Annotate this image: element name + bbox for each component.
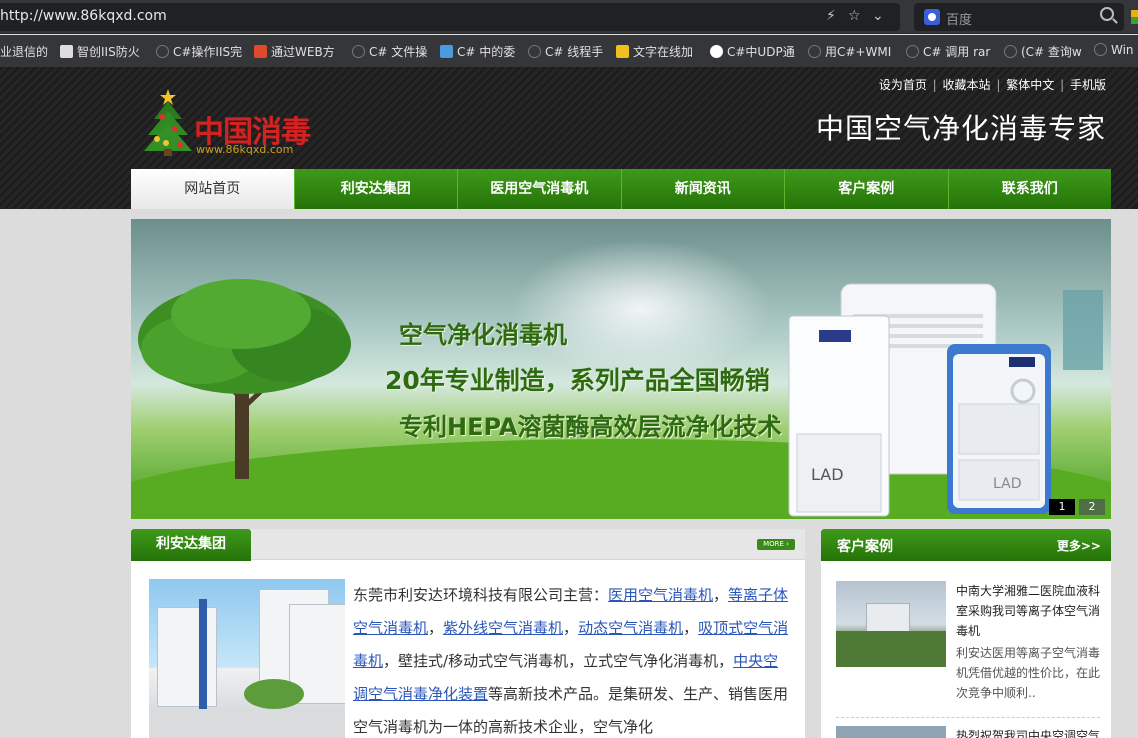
banner-headline: 空气净化消毒机 [399,321,567,349]
lightning-icon[interactable]: ⚡ [826,8,836,24]
shrubbery [244,679,304,709]
about-more-button[interactable]: MORE › [757,539,795,550]
tree-illustration [138,279,351,479]
search-icon[interactable] [1100,7,1114,21]
product-link[interactable]: 医用空气消毒机 [608,586,713,604]
globe-icon [352,45,365,58]
bookmark-item[interactable]: C# 中的委 [440,43,515,60]
banner-tagline: 专利HEPA溶菌酶高效层流净化技术 [399,413,782,441]
nav-item-products[interactable]: 医用空气消毒机 [457,169,621,209]
product-link[interactable]: 紫外线空气消毒机 [443,619,563,637]
mobile-version-link[interactable]: 手机版 [1070,78,1106,92]
nav-item-home[interactable]: 网站首页 [131,169,294,209]
cases-header: 客户案例 更多>> [821,529,1111,561]
case-description: 利安达医用等离子空气消毒机凭借优越的性价比，在此次竞争中顺利.. [956,646,1101,700]
globe-icon [528,45,541,58]
more-button-label: MORE [763,540,784,548]
case-title[interactable]: 热烈祝贺我司中央空调空气 [956,727,1104,738]
bookmark-item[interactable]: C#操作IIS完 [156,43,242,60]
bookmark-item[interactable]: C#中UDP通 [710,43,795,60]
bookmark-site-link[interactable]: 收藏本站 [943,78,991,92]
product-link[interactable]: 动态空气消毒机 [578,619,683,637]
customer-cases-section: 客户案例 更多>> 中南大学湘雅二医院血液科室采购我司等离子体空气消毒机 利安达… [821,529,1111,738]
globe-icon [156,45,169,58]
about-section-title[interactable]: 利安达集团 [131,529,251,561]
banner-glow [511,239,771,379]
nav-item-cases[interactable]: 客户案例 [784,169,948,209]
cnblogs-icon [710,45,723,58]
traditional-chinese-link[interactable]: 繁体中文 [1006,78,1054,92]
nav-item-group[interactable]: 利安达集团 [293,169,457,209]
url-text[interactable]: http://www.86kqxd.com [0,8,167,24]
set-homepage-link[interactable]: 设为首页 [879,78,927,92]
separator: | [996,78,1001,92]
globe-icon [1004,45,1017,58]
banner-pager-1[interactable]: 1 [1049,499,1075,515]
star-icon[interactable]: ☆ [848,8,861,24]
main-nav: 网站首页 利安达集团 医用空气消毒机 新闻资讯 客户案例 联系我们 [131,169,1111,209]
air-purifier-products: LAD LAD [788,283,1103,517]
banner-subline: 20年专业制造，系列产品全国畅销 [385,366,770,395]
bookmark-item[interactable]: 文字在线加 [616,43,693,60]
bookmark-item[interactable]: C# 调用 rar [906,43,990,60]
hero-banner[interactable]: 空气净化消毒机 20年专业制造，系列产品全国畅销 专利HEPA溶菌酶高效层流净化… [131,219,1111,519]
separator: | [1060,78,1065,92]
company-intro: 东莞市利安达环境科技有限公司主营：医用空气消毒机，等离子体空气消毒机，紫外线空气… [353,586,789,736]
extension-icon[interactable] [1131,10,1138,24]
nav-item-news[interactable]: 新闻资讯 [620,169,784,209]
separator: | [932,78,937,92]
nav-item-contact[interactable]: 联系我们 [947,169,1111,209]
case-title[interactable]: 中南大学湘雅二医院血液科室采购我司等离子体空气消毒机 [956,581,1104,641]
about-section: 利安达集团 MORE › 东莞市利安达环境科技有限公司主营：医用空气消毒机，等离… [131,529,805,738]
search-input[interactable]: 百度 [946,9,972,28]
csdn-icon [254,45,267,58]
product-label: LAD [993,476,1021,492]
site-logo[interactable]: 中国消毒 www.86kqxd.com [142,87,342,159]
logo-url: www.86kqxd.com [196,143,294,156]
top-links: 设为首页 | 收藏本站 | 繁体中文 | 手机版 [879,76,1106,93]
divider [836,717,1100,718]
case-photo[interactable] [836,726,946,738]
search-box[interactable]: 百度 [914,3,1124,31]
tf-icon [440,45,453,58]
cases-title[interactable]: 客户案例 [837,536,893,556]
globe-icon [906,45,919,58]
document-icon [60,45,73,58]
globe-icon [1094,43,1107,56]
bookmark-item[interactable]: 智创IIS防火 [60,43,140,60]
bookmark-item[interactable]: C# 文件操 [352,43,427,60]
building [157,607,217,707]
bookmark-item[interactable]: 用C#+WMI [808,43,891,60]
bookmarks-bar: 业退信的 智创IIS防火 C#操作IIS完 通过WEB方 C# 文件操 C# 中… [0,35,1138,67]
baidu-paw-icon [924,9,940,25]
site-slogan: 中国空气净化消毒专家 [815,112,1106,145]
product-label: LAD [811,465,844,484]
company-building-photo [149,579,345,738]
banner-pager-2[interactable]: 2 [1079,499,1105,515]
trees [836,631,946,667]
bookmark-item[interactable]: (C# 查询w [1004,43,1082,60]
bookmark-item[interactable]: 通过WEB方 [254,43,335,60]
case-photo[interactable] [836,581,946,667]
bookmark-icon [616,45,629,58]
browser-address-bar: http://www.86kqxd.com ⚡ ☆ ⌄ 百度 [0,0,1138,34]
bookmark-item[interactable]: Win [1094,43,1134,57]
company-sign [199,599,207,709]
about-section-header: 利安达集团 MORE › [131,529,805,561]
url-field[interactable]: http://www.86kqxd.com ⚡ ☆ ⌄ [0,3,900,31]
ground [149,709,345,738]
chevron-down-icon[interactable]: ⌄ [872,8,884,24]
christmas-tree-icon [144,89,192,156]
bookmark-item[interactable]: 业退信的 [0,43,48,60]
cases-more-link[interactable]: 更多>> [1057,537,1101,554]
globe-icon [808,45,821,58]
bookmark-item[interactable]: C# 线程手 [528,43,603,60]
